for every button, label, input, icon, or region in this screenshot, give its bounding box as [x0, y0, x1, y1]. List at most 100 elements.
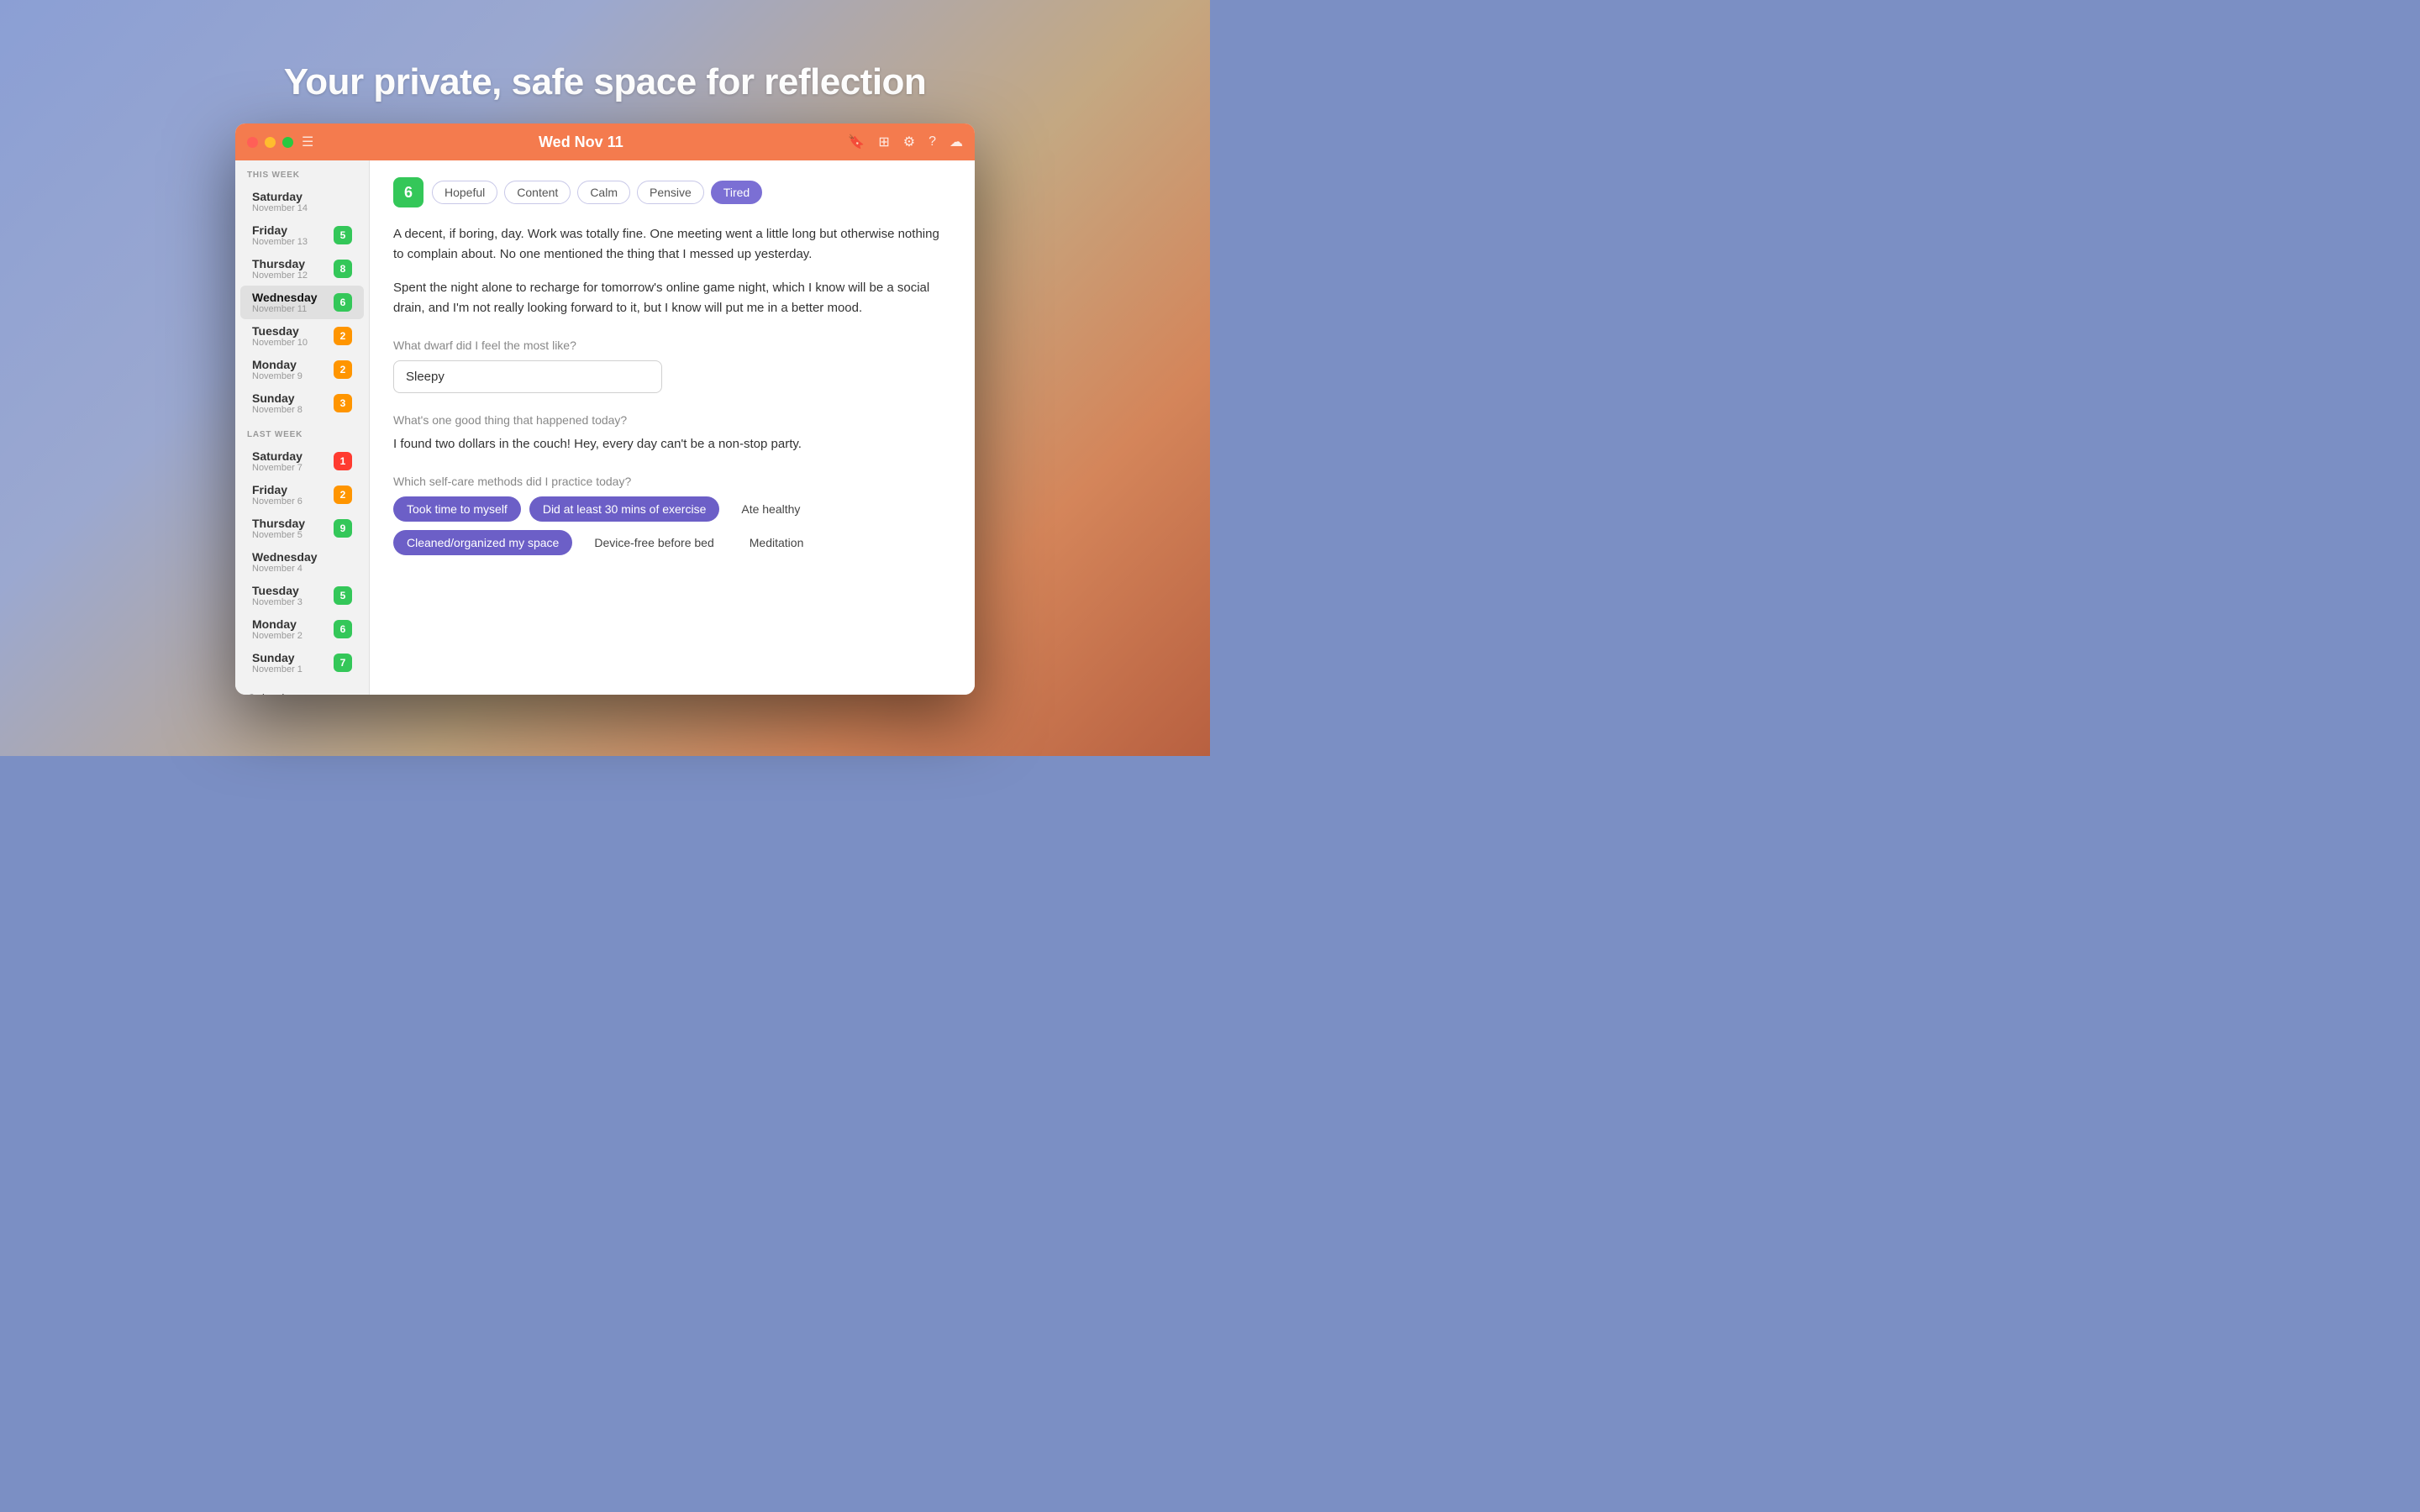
sidebar-date: November 13 [252, 237, 308, 247]
main-content: THIS WEEK Saturday November 14 Friday No… [235, 160, 975, 695]
sidebar-item-monday[interactable]: Monday November 9 2 [240, 353, 364, 386]
sidebar: THIS WEEK Saturday November 14 Friday No… [235, 160, 370, 695]
selfcare-tag-cleaned/organized-my-space[interactable]: Cleaned/organized my space [393, 530, 572, 555]
sidebar-day: Friday [252, 223, 308, 237]
sidebar-item-text: Monday November 2 [252, 617, 302, 641]
sidebar-day: Monday [252, 617, 302, 631]
sidebar-item-text: Tuesday November 3 [252, 584, 302, 607]
sidebar-day: Monday [252, 358, 302, 371]
sidebar-day: Tuesday [252, 584, 302, 597]
sidebar-day: Saturday [252, 190, 308, 203]
sidebar-date: November 14 [252, 203, 308, 213]
sidebar-item-text: Sunday November 8 [252, 391, 302, 415]
sidebar-badge: 3 [334, 394, 352, 412]
sidebar-date: November 2 [252, 631, 302, 641]
sidebar-date: November 10 [252, 338, 308, 348]
mood-tag-content[interactable]: Content [504, 181, 571, 204]
sidebar-day: Thursday [252, 257, 308, 270]
sidebar-date: November 11 [252, 304, 318, 314]
sidebar-date: November 1 [252, 664, 302, 675]
sidebar-item-text: Monday November 9 [252, 358, 302, 381]
sidebar-item-thursday[interactable]: Thursday November 12 8 [240, 252, 364, 286]
sidebar-badge: 5 [334, 226, 352, 244]
sidebar-item-saturday[interactable]: Saturday November 14 [240, 185, 364, 218]
mood-row: 6 HopefulContentCalmPensiveTired [393, 177, 951, 207]
sidebar-date: November 12 [252, 270, 308, 281]
sidebar-item-wednesday[interactable]: Wednesday November 11 6 [240, 286, 364, 319]
mood-tags: Hopeful Content Calm Pensive Tired [432, 181, 762, 204]
sidebar-badge: 8 [334, 260, 352, 278]
mood-tag-pensive[interactable]: Pensive [637, 181, 704, 204]
maximize-button[interactable] [282, 137, 293, 148]
titlebar-actions: 🔖 ⊞ ⚙ ? ☁ [848, 134, 963, 150]
bookmark-icon[interactable]: 🔖 [848, 134, 865, 150]
selfcare-tags: Took time to myself Did at least 30 mins … [393, 496, 951, 555]
sidebar-item-lw-wednesday[interactable]: Wednesday November 4 [240, 545, 364, 579]
dwarf-answer[interactable]: Sleepy [393, 360, 662, 393]
grid-icon[interactable]: ⊞ [878, 134, 889, 150]
titlebar: ☰ Wed Nov 11 🔖 ⊞ ⚙ ? ☁ [235, 123, 975, 160]
titlebar-date: Wed Nov 11 [313, 134, 848, 151]
sidebar-item-friday[interactable]: Friday November 13 5 [240, 218, 364, 252]
sidebar-item-text: Friday November 13 [252, 223, 308, 247]
sidebar-item-lw-friday[interactable]: Friday November 6 2 [240, 478, 364, 512]
sidebar-day: Tuesday [252, 324, 308, 338]
sidebar-badge: 2 [334, 360, 352, 379]
sidebar-badge: 6 [334, 293, 352, 312]
sidebar-day: Wednesday [252, 291, 318, 304]
sidebar-item-lw-thursday[interactable]: Thursday November 5 9 [240, 512, 364, 545]
sidebar-day: Saturday [252, 449, 302, 463]
sidebar-date: November 9 [252, 371, 302, 381]
sidebar-date: November 5 [252, 530, 305, 540]
close-button[interactable] [247, 137, 258, 148]
sidebar-day: Sunday [252, 391, 302, 405]
selfcare-tag-device-free-before-bed[interactable]: Device-free before bed [581, 530, 727, 555]
sidebar-item-text: Saturday November 7 [252, 449, 302, 473]
sidebar-date: November 6 [252, 496, 302, 507]
selfcare-tag-ate-healthy[interactable]: Ate healthy [728, 496, 813, 522]
sidebar-item-text: Wednesday November 11 [252, 291, 318, 314]
sidebar-item-text: Thursday November 5 [252, 517, 305, 540]
sidebar-item-text: Friday November 6 [252, 483, 302, 507]
traffic-lights [247, 137, 293, 148]
sidebar-item-tuesday[interactable]: Tuesday November 10 2 [240, 319, 364, 353]
cloud-icon[interactable]: ☁ [950, 134, 963, 150]
sidebar-date: November 7 [252, 463, 302, 473]
calendar-link[interactable]: Calendar [235, 680, 369, 695]
sidebar-item-sunday[interactable]: Sunday November 8 3 [240, 386, 364, 420]
last-week-list: Saturday November 7 1 Friday November 6 … [235, 444, 369, 680]
mood-tag-tired[interactable]: Tired [711, 181, 762, 204]
selfcare-tag-meditation[interactable]: Meditation [736, 530, 818, 555]
sidebar-badge: 2 [334, 486, 352, 504]
mood-tag-hopeful[interactable]: Hopeful [432, 181, 497, 204]
help-icon[interactable]: ? [929, 134, 936, 150]
good-thing-question: What's one good thing that happened toda… [393, 413, 951, 427]
selfcare-tag-took-time-to-myself[interactable]: Took time to myself [393, 496, 521, 522]
sidebar-date: November 3 [252, 597, 302, 607]
selfcare-tag-did-at-least-30-mins-of-exercise[interactable]: Did at least 30 mins of exercise [529, 496, 720, 522]
sidebar-badge: 5 [334, 586, 352, 605]
selfcare-section: Which self-care methods did I practice t… [393, 475, 951, 555]
sidebar-badge: 2 [334, 327, 352, 345]
sidebar-day: Friday [252, 483, 302, 496]
sidebar-item-lw-saturday[interactable]: Saturday November 7 1 [240, 444, 364, 478]
sidebar-date: November 4 [252, 564, 318, 574]
gear-icon[interactable]: ⚙ [903, 134, 915, 150]
sidebar-item-text: Saturday November 14 [252, 190, 308, 213]
minimize-button[interactable] [265, 137, 276, 148]
mood-tag-calm[interactable]: Calm [577, 181, 630, 204]
last-week-label: LAST WEEK [235, 420, 369, 444]
journal-paragraph: A decent, if boring, day. Work was total… [393, 224, 951, 265]
journal-paragraphs: A decent, if boring, day. Work was total… [393, 224, 951, 318]
sidebar-item-lw-monday[interactable]: Monday November 2 6 [240, 612, 364, 646]
sidebar-badge: 1 [334, 452, 352, 470]
sidebar-item-text: Wednesday November 4 [252, 550, 318, 574]
sidebar-item-text: Tuesday November 10 [252, 324, 308, 348]
page-title: Your private, safe space for reflection [284, 61, 927, 103]
sidebar-item-lw-sunday[interactable]: Sunday November 1 7 [240, 646, 364, 680]
sidebar-item-lw-tuesday[interactable]: Tuesday November 3 5 [240, 579, 364, 612]
dwarf-question: What dwarf did I feel the most like? [393, 339, 951, 352]
sidebar-day: Sunday [252, 651, 302, 664]
sidebar-badge: 7 [334, 654, 352, 672]
menu-icon[interactable]: ☰ [302, 134, 313, 150]
